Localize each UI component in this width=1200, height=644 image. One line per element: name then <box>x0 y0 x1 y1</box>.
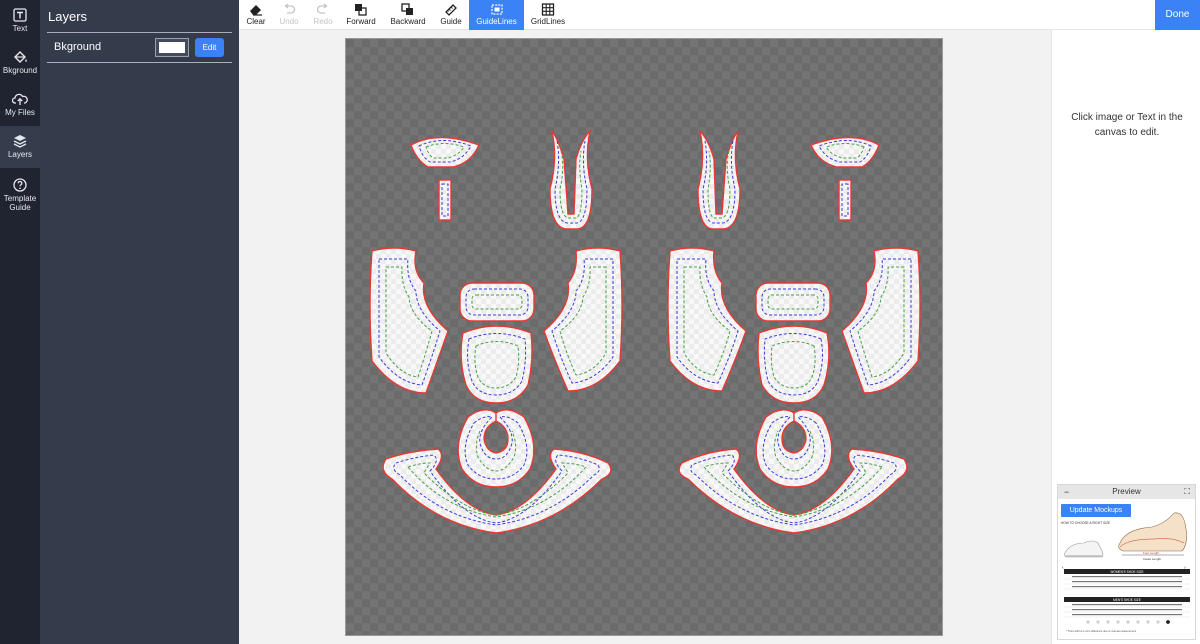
carousel-dots[interactable] <box>1086 620 1170 624</box>
rail-item-template-guide[interactable]: Template Guide <box>0 178 40 214</box>
minimize-icon[interactable]: − <box>1064 485 1069 499</box>
rail-item-label: My Files <box>5 108 35 117</box>
size-chart-footnote: * There will be 1-2cm difference due to … <box>1066 629 1136 633</box>
paint-bucket-icon <box>13 51 27 63</box>
tool-label: GuideLines <box>476 17 517 26</box>
tool-label: GridLines <box>530 17 566 26</box>
gridlines-button[interactable]: GridLines <box>529 0 567 30</box>
rail-item-layers[interactable]: Layers <box>0 126 40 168</box>
tool-label: Guide <box>440 17 462 26</box>
rail-item-label: Text <box>12 24 28 33</box>
done-button[interactable]: Done <box>1155 0 1200 30</box>
fullscreen-icon[interactable]: ⛶ <box>1184 485 1190 499</box>
mens-size-title: MEN'S SHOE SIZE <box>1113 598 1141 602</box>
rail-item-text[interactable]: Text <box>0 8 40 38</box>
mens-size-rows <box>1072 604 1182 616</box>
sneaker-image <box>1064 540 1104 558</box>
swatch-fill <box>159 42 185 53</box>
layers-title: Layers <box>48 9 88 24</box>
preview-header: − Preview ⛶ <box>1058 485 1195 499</box>
preview-title: Preview <box>1112 487 1141 496</box>
layers-panel: Layers Bkground Edit <box>40 0 239 644</box>
tool-label: Redo <box>313 17 333 26</box>
rail-item-label: Template Guide <box>3 194 37 212</box>
ruler-icon <box>445 4 457 16</box>
layers-icon <box>13 135 27 148</box>
undo-button[interactable]: Undo <box>277 0 301 30</box>
tool-label: Clear <box>246 17 266 26</box>
help-circle-icon <box>13 178 27 192</box>
text-icon <box>13 8 27 22</box>
size-chart-heading: HOW TO CHOOSE A RIGHT SIZE <box>1061 521 1110 525</box>
layer-edit-button[interactable]: Edit <box>195 38 224 57</box>
properties-panel: Click image or Text in the canvas to edi… <box>1051 30 1200 644</box>
foot-diagram <box>1118 512 1187 552</box>
layer-color-swatch[interactable] <box>155 38 189 57</box>
rail-item-label: Layers <box>7 150 32 159</box>
womens-size-rows <box>1072 576 1182 588</box>
edit-hint-text: Click image or Text in the canvas to edi… <box>1071 112 1183 138</box>
size-chart-image: HOW TO CHOOSE A RIGHT SIZE Foot Length I… <box>1061 512 1190 633</box>
divider <box>47 32 232 33</box>
guidelines-icon <box>490 4 503 15</box>
preview-widget: − Preview ⛶ Update Mockups HOW TO CHOOSE… <box>1057 484 1196 640</box>
rail-item-label: Bkground <box>2 66 38 75</box>
grid-icon <box>541 3 555 16</box>
chevron-left-icon[interactable]: ‹ <box>1062 565 1064 571</box>
eraser-icon <box>250 5 262 16</box>
guidelines-button[interactable]: GuideLines <box>469 0 524 30</box>
shoe-template-pieces <box>369 130 921 534</box>
rail-item-my-files[interactable]: My Files <box>0 92 40 122</box>
tool-label: Undo <box>279 17 299 26</box>
tool-label: Forward <box>346 17 376 26</box>
forward-button[interactable]: Forward <box>344 0 378 30</box>
divider <box>47 62 232 63</box>
redo-icon <box>316 3 328 14</box>
clear-button[interactable]: Clear <box>243 0 269 30</box>
left-icon-rail: Text Bkground My Files Layers Template G… <box>0 0 40 644</box>
bring-forward-icon <box>355 4 367 16</box>
tool-label: Backward <box>390 17 426 26</box>
design-canvas[interactable] <box>345 38 943 636</box>
redo-button[interactable]: Redo <box>311 0 335 30</box>
send-backward-icon <box>401 3 413 15</box>
womens-size-title: WOMEN'S SHOE SIZE <box>1110 570 1143 574</box>
work-area <box>239 30 1051 644</box>
insole-length-label: Insole Length <box>1143 557 1161 561</box>
preview-image: Update Mockups HOW TO CHOOSE A RIGHT SIZ… <box>1058 499 1195 639</box>
top-toolbar: Clear Undo Redo Forward Backward Guide G… <box>239 0 1200 30</box>
rail-item-bkground[interactable]: Bkground <box>0 50 40 80</box>
layer-name: Bkground <box>54 41 102 53</box>
foot-length-label: Foot Length <box>1143 551 1159 555</box>
backward-button[interactable]: Backward <box>389 0 427 30</box>
update-mockups-button[interactable]: Update Mockups <box>1061 504 1131 517</box>
cloud-upload-icon <box>12 93 28 105</box>
guide-button[interactable]: Guide <box>438 0 464 30</box>
undo-icon <box>284 3 296 14</box>
